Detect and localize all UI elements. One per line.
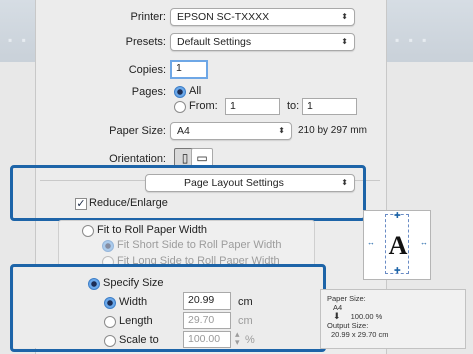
fit-short-label: Fit Short Side to Roll Paper Width [117, 239, 282, 251]
pages-label: Pages: [131, 86, 166, 98]
paper-size-value: A4 [177, 125, 190, 137]
layout-preview: A ✚ ✚ ↔ ↔ [363, 210, 431, 280]
length-field[interactable]: 29.70 [183, 312, 231, 329]
fit-roll-label: Fit to Roll Paper Width [97, 224, 208, 236]
length-label: Length [119, 315, 153, 327]
highlight-box-bottom [10, 264, 326, 352]
scale-radio[interactable] [104, 335, 116, 347]
info-paper-size-label: Paper Size: [327, 294, 366, 303]
pages-from-field[interactable]: 1 [225, 98, 280, 115]
paper-size-popup[interactable]: A4 ⬍ [170, 122, 292, 140]
scale-unit: % [245, 334, 255, 346]
width-field[interactable]: 20.99 [183, 292, 231, 310]
presets-value: Default Settings [177, 36, 252, 48]
info-paper-size-value: A4 [333, 303, 343, 312]
popup-arrows-icon: ⬍ [341, 37, 348, 46]
info-output-size-value: 20.99 x 29.70 cm [331, 330, 389, 339]
specify-size-radio[interactable] [88, 278, 100, 290]
fit-roll-radio[interactable] [82, 225, 94, 237]
landscape-icon: ▭ [196, 151, 208, 165]
paper-dimensions: 210 by 297 mm [298, 125, 367, 136]
portrait-icon: ▯ [181, 151, 189, 165]
pages-from-radio[interactable] [174, 101, 186, 113]
popup-arrows-icon: ⬍ [341, 12, 348, 21]
presets-label: Presets: [125, 36, 166, 48]
presets-popup[interactable]: Default Settings ⬍ [170, 33, 355, 51]
up-arrow-icon: ✚ [394, 211, 401, 220]
scale-field[interactable]: 100.00 [183, 331, 231, 348]
info-output-size-label: Output Size: [327, 321, 369, 330]
down-arrow-icon: ⬇ [333, 311, 341, 321]
right-arrow-icon: ↔ [420, 238, 428, 247]
pages-from-label: From: [189, 100, 218, 112]
printer-value: EPSON SC-TXXXX [177, 11, 270, 23]
width-label: Width [119, 296, 148, 308]
length-radio[interactable] [104, 316, 116, 328]
fit-short-radio[interactable] [102, 240, 114, 252]
specify-size-label: Specify Size [103, 277, 164, 289]
scale-label: Scale to [119, 334, 159, 346]
scale-stepper[interactable]: ▴ ▾ [235, 330, 240, 347]
info-percent: 100.00 % [350, 312, 383, 321]
pages-all-label: All [189, 85, 202, 97]
pages-to-field[interactable]: 1 [302, 98, 357, 115]
printer-popup[interactable]: EPSON SC-TXXXX ⬍ [170, 8, 355, 26]
paper-info-box: Paper Size: A4 ⬇ 100.00 % Output Size: 2… [320, 289, 466, 349]
left-arrow-icon: ↔ [367, 238, 375, 247]
preview-letter-icon: A [388, 231, 408, 260]
copies-label: Copies: [128, 64, 166, 76]
length-unit: cm [238, 315, 253, 327]
down-arrow-icon: ✚ [394, 266, 401, 275]
width-unit: cm [238, 296, 253, 308]
width-radio[interactable] [104, 297, 116, 309]
popup-arrows-icon: ⬍ [278, 126, 285, 135]
highlight-box-top [10, 165, 366, 221]
copies-field[interactable]: 1 [170, 60, 208, 79]
pages-to-label: to: [287, 100, 300, 112]
paper-size-label: Paper Size: [109, 125, 166, 137]
orientation-label: Orientation: [109, 153, 166, 165]
pages-all-radio[interactable] [174, 86, 186, 98]
printer-label: Printer: [130, 11, 166, 23]
